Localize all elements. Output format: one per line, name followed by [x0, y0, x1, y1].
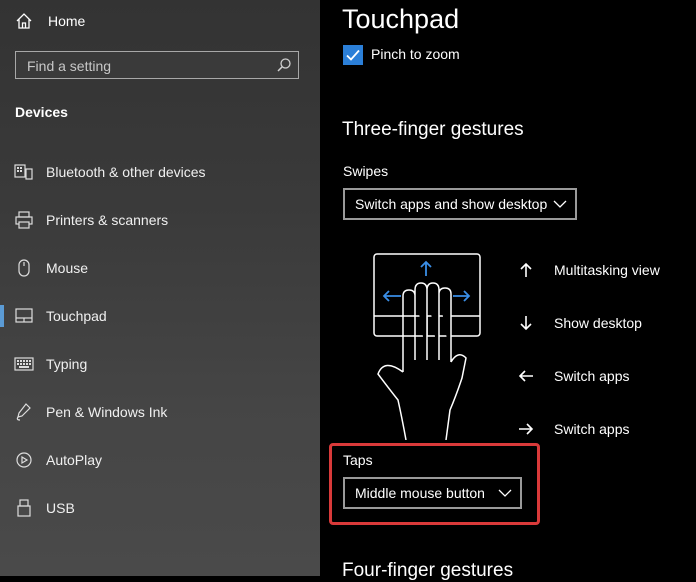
- sidebar-item-label: Mouse: [46, 260, 89, 276]
- gesture-label: Show desktop: [554, 315, 642, 331]
- chevron-down-icon: [553, 200, 567, 208]
- home-icon: [16, 13, 32, 29]
- sidebar-item-label: Bluetooth & other devices: [46, 164, 206, 180]
- swipes-dropdown[interactable]: Switch apps and show desktop: [343, 188, 577, 220]
- selection-indicator: [0, 305, 4, 327]
- gesture-label: Multitasking view: [554, 262, 660, 278]
- sidebar-item-bluetooth[interactable]: Bluetooth & other devices: [0, 152, 320, 192]
- sidebar-item-label: Printers & scanners: [46, 212, 169, 228]
- four-finger-heading: Four-finger gestures: [342, 560, 514, 581]
- sidebar-item-label: Touchpad: [46, 308, 107, 324]
- sidebar-item-printers[interactable]: Printers & scanners: [0, 200, 320, 240]
- sidebar: Home Find a setting Devices Bluetooth & …: [0, 0, 320, 576]
- sidebar-item-label: AutoPlay: [46, 452, 103, 468]
- keyboard-icon: [14, 357, 34, 371]
- search-box[interactable]: Find a setting: [15, 51, 299, 79]
- arrow-up-icon: [520, 262, 532, 277]
- arrow-right-icon: [519, 423, 534, 435]
- sidebar-item-usb[interactable]: USB: [0, 488, 320, 528]
- search-icon[interactable]: [276, 57, 292, 73]
- touchpad-icon: [15, 308, 33, 323]
- mouse-icon: [18, 259, 30, 277]
- three-finger-heading: Three-finger gestures: [342, 119, 524, 140]
- gesture-label: Switch apps: [554, 368, 630, 384]
- printer-icon: [15, 211, 33, 229]
- swipes-label: Swipes: [343, 163, 389, 179]
- home-label: Home: [48, 13, 86, 29]
- page-title: Touchpad: [342, 4, 460, 34]
- autoplay-icon: [16, 452, 32, 468]
- pinch-to-zoom-checkbox[interactable]: [343, 45, 363, 65]
- taps-label: Taps: [343, 452, 373, 468]
- sidebar-item-label: Typing: [46, 356, 88, 372]
- chevron-down-icon: [498, 489, 512, 497]
- pinch-to-zoom-label[interactable]: Pinch to zoom: [371, 46, 460, 62]
- home-nav-item[interactable]: Home: [15, 10, 85, 32]
- sidebar-item-autoplay[interactable]: AutoPlay: [0, 440, 320, 480]
- usb-icon: [17, 499, 31, 517]
- sidebar-item-label: USB: [46, 500, 75, 516]
- taps-dropdown-value: Middle mouse button: [355, 485, 485, 501]
- search-placeholder: Find a setting: [27, 58, 112, 74]
- sidebar-item-touchpad[interactable]: Touchpad: [0, 296, 320, 336]
- sidebar-item-pen[interactable]: Pen & Windows Ink: [0, 392, 320, 432]
- sidebar-item-mouse[interactable]: Mouse: [0, 248, 320, 288]
- checkmark-icon: [346, 49, 360, 61]
- gesture-label: Switch apps: [554, 421, 630, 437]
- three-finger-gesture-illustration: [373, 253, 481, 440]
- sidebar-item-typing[interactable]: Typing: [0, 344, 320, 384]
- sidebar-item-label: Pen & Windows Ink: [46, 404, 168, 420]
- arrow-left-icon: [518, 370, 533, 382]
- swipes-dropdown-value: Switch apps and show desktop: [355, 196, 548, 212]
- bluetooth-devices-icon: [14, 164, 33, 180]
- taps-dropdown[interactable]: Middle mouse button: [343, 477, 522, 509]
- section-title: Devices: [15, 104, 68, 120]
- pen-icon: [16, 403, 31, 421]
- arrow-down-icon: [520, 316, 532, 331]
